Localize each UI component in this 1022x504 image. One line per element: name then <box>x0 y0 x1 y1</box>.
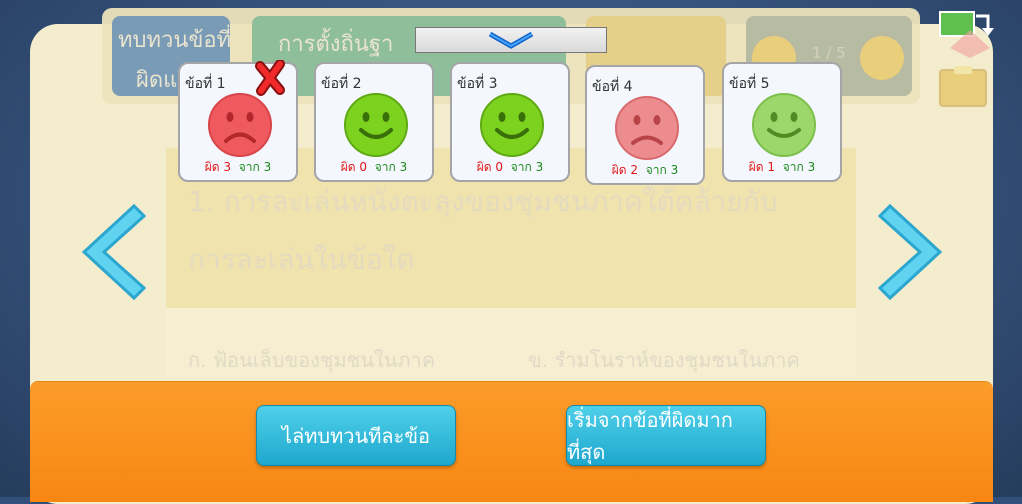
wrong-count: 0 <box>495 160 504 174</box>
lesson-title: การตั้งถิ่นฐา <box>278 32 394 57</box>
question-line1: 1. การละเล่นหนังตะลุงของชุมชนภาคใต้คล้าย… <box>188 185 778 218</box>
wrong-prefix: ผิด <box>476 160 492 174</box>
wrong-count: 3 <box>223 160 232 174</box>
review-item-5[interactable]: ข้อที่ 5 ผิด 1 จาก 3 <box>722 62 842 182</box>
wrong-prefix: ผิด <box>611 163 627 177</box>
choice-b: ข. รำมโนราห์ของชุมชนในภาค <box>528 348 800 372</box>
item-score: ผิด 0 จาก 3 <box>452 158 568 177</box>
total-prefix: จาก <box>238 160 260 174</box>
review-wrong-line2: ผิดแ <box>136 68 178 93</box>
review-each-button[interactable]: ไล่ทบทวนทีละข้อ <box>256 405 456 466</box>
wrong-count: 1 <box>767 160 776 174</box>
question-line2: การละเล่นในข้อใด <box>188 243 415 276</box>
next-arrow-icon[interactable] <box>878 202 948 302</box>
total-prefix: จาก <box>645 163 667 177</box>
review-item-4[interactable]: ข้อที่ 4 ผิด 2 จาก 3 <box>585 65 705 185</box>
review-item-3[interactable]: ข้อที่ 3 ผิด 0 จาก 3 <box>450 62 570 182</box>
wrong-prefix: ผิด <box>204 160 220 174</box>
wrong-prefix: ผิด <box>340 160 356 174</box>
review-item-2[interactable]: ข้อที่ 2 ผิด 0 จาก 3 <box>314 62 434 182</box>
sad-face-light-icon <box>615 96 679 160</box>
item-score: ผิด 2 จาก 3 <box>587 161 703 180</box>
choice-a: ก. ฟ้อนเล็บของชุมชนในภาค <box>188 348 436 372</box>
total-count: 3 <box>807 160 816 174</box>
total-count: 3 <box>399 160 408 174</box>
pager-next-circle <box>860 36 904 80</box>
total-count: 3 <box>535 160 544 174</box>
wrong-prefix: ผิด <box>748 160 764 174</box>
happy-face-icon <box>480 93 544 157</box>
wrong-count: 0 <box>359 160 368 174</box>
red-x-icon <box>255 60 285 96</box>
sad-face-icon <box>208 93 272 157</box>
happy-face-light-icon <box>752 93 816 157</box>
item-score: ผิด 0 จาก 3 <box>316 158 432 177</box>
review-item-1[interactable]: ข้อที่ 1 ผิด 3 จาก 3 <box>178 60 298 182</box>
collapse-dropdown[interactable] <box>415 27 607 53</box>
item-score: ผิด 3 จาก 3 <box>180 158 296 177</box>
total-count: 3 <box>263 160 272 174</box>
total-prefix: จาก <box>782 160 804 174</box>
page-indicator: 1 / 5 <box>812 44 846 62</box>
prev-arrow-icon[interactable] <box>76 202 146 302</box>
clipboard-icon[interactable] <box>938 64 988 108</box>
total-count: 3 <box>670 163 679 177</box>
start-most-wrong-button[interactable]: เริ่มจากข้อที่ผิดมากที่สุด <box>566 405 766 466</box>
item-score: ผิด 1 จาก 3 <box>724 158 840 177</box>
review-wrong-line1: ทบทวนข้อที่ <box>118 28 232 53</box>
happy-face-icon <box>344 93 408 157</box>
total-prefix: จาก <box>510 160 532 174</box>
wrong-count: 2 <box>630 163 639 177</box>
swap-screen-icon[interactable] <box>936 8 998 58</box>
chevron-down-icon <box>488 31 534 49</box>
total-prefix: จาก <box>374 160 396 174</box>
bottom-action-bar <box>30 382 993 502</box>
